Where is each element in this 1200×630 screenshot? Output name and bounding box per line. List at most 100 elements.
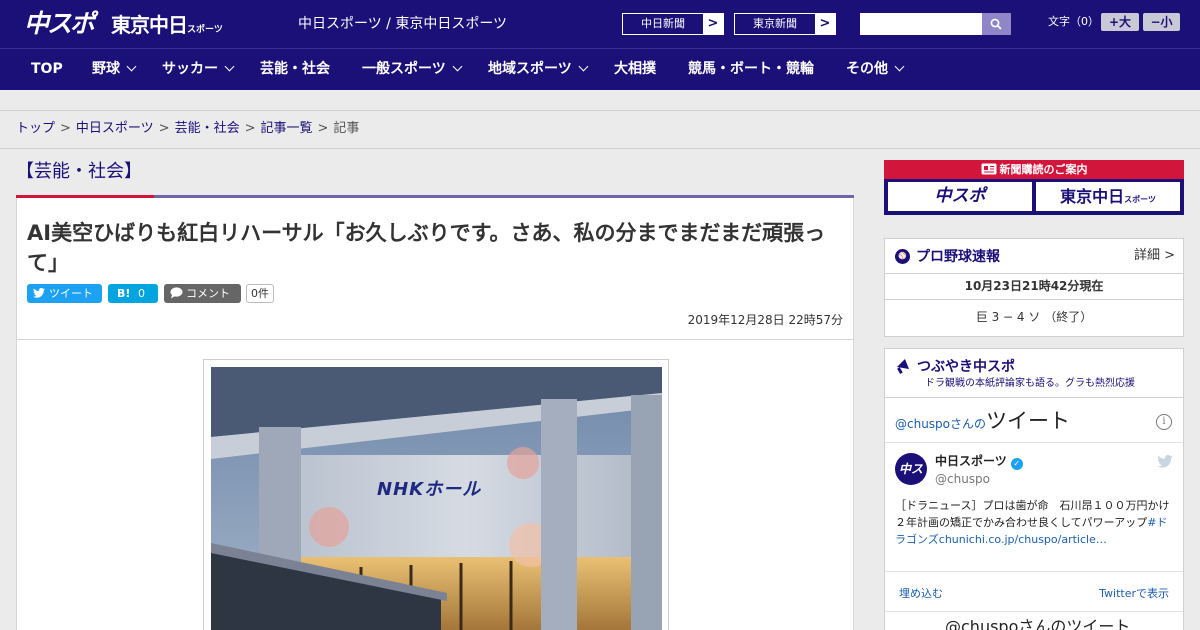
breadcrumb-article-list[interactable]: 記事一覧 [261, 121, 313, 136]
tweet-text: ［ドラニュース］プロは歯が命 石川昂１００万円かけ２年計画の矯正でかみ合わせ良く… [895, 497, 1177, 548]
pro-baseball-widget: ⚾ プロ野球速報 詳細 > 10月23日21時42分現在 巨 3 − 4 ソ （… [884, 238, 1184, 337]
tweet-label: ツイート [49, 287, 93, 300]
chevron-down-icon [894, 61, 905, 72]
nav-item-soccer[interactable]: サッカー [162, 49, 235, 91]
nav-item-general-sports[interactable]: 一般スポーツ [362, 49, 463, 91]
nav-item-local-sports[interactable]: 地域スポーツ [488, 49, 589, 91]
nav-label: その他 [846, 61, 888, 77]
timeline-handle[interactable]: @chuspo [895, 417, 950, 431]
hatena-bookmark-button[interactable]: B! 0 [108, 284, 158, 303]
divider [885, 611, 1183, 612]
tokyo-chunichi-logo[interactable]: 東京中日スポーツ [111, 11, 223, 39]
divider [885, 397, 1183, 398]
nav-label: 一般スポーツ [362, 61, 446, 77]
chevron-down-icon [126, 61, 137, 72]
hatena-bookmark-icon: B! [117, 287, 131, 300]
divider [885, 571, 1183, 572]
baseball-widget-title: プロ野球速報 [916, 249, 1000, 265]
subscribe-tokyo-chunichi-button[interactable]: 東京中日スポーツ [1036, 182, 1180, 211]
timeline-handle-suffix: さんの [950, 417, 987, 431]
chevron-down-icon [452, 61, 463, 72]
divider [885, 273, 1183, 274]
breadcrumb-current: 記事 [333, 121, 360, 136]
tweet-body: ［ドラニュース］プロは歯が命 石川昂１００万円かけ２年計画の矯正でかみ合わせ良く… [895, 499, 1170, 529]
nav-label: サッカー [162, 61, 218, 77]
avatar[interactable]: 中スポ [895, 453, 927, 508]
font-size-up-button[interactable]: +大 [1101, 13, 1139, 31]
breadcrumb-top[interactable]: トップ [16, 121, 55, 136]
nav-label: 大相撲 [614, 61, 656, 77]
tweet-author-name[interactable]: 中日スポーツ ✓ [935, 453, 1023, 470]
breadcrumb-divider [0, 148, 1200, 149]
breadcrumb-separator: > [317, 121, 329, 136]
twitter-widget-title: つぶやき中スポ [917, 359, 1015, 375]
tweet-link[interactable]: chunichi.co.jp/chuspo/article… [939, 533, 1107, 546]
chevron-right-icon: > [703, 14, 723, 34]
site-title: 中日スポーツ / 東京中日スポーツ [298, 16, 508, 32]
baseball-score[interactable]: 巨 3 − 4 ソ （終了） [885, 309, 1183, 325]
baseball-update-time: 10月23日21時42分現在 [964, 279, 1104, 293]
nav-label: TOP [31, 61, 63, 77]
tokyo-logo-small: スポーツ [187, 25, 223, 35]
header-spacer [0, 90, 1200, 111]
nav-label: 野球 [92, 61, 120, 77]
twitter-bird-icon [33, 284, 45, 303]
more-tweets-heading: @chuspoさんのツイート [945, 617, 1131, 630]
subscribe-chuspo-button[interactable]: 中スポ [888, 182, 1032, 211]
nav-item-sumo[interactable]: 大相撲 [614, 49, 656, 91]
divider [885, 299, 1183, 300]
breadcrumb-chunichi-sports[interactable]: 中日スポーツ [76, 121, 154, 136]
embed-link[interactable]: 埋め込む [899, 586, 943, 602]
author-name-text: 中日スポーツ [935, 454, 1007, 468]
nav-item-baseball[interactable]: 野球 [92, 49, 137, 91]
info-icon[interactable]: i [1156, 414, 1172, 430]
comment-count: 0件 [246, 284, 274, 303]
top-header: 中スポ 東京中日スポーツ 中日スポーツ / 東京中日スポーツ 中日新聞 > 東京… [0, 0, 1200, 48]
breadcrumb-separator: > [60, 121, 71, 136]
nav-label: 芸能・社会 [260, 61, 330, 77]
hatena-count: 0 [138, 287, 145, 300]
search-input[interactable] [860, 13, 982, 35]
chevron-down-icon [224, 61, 235, 72]
font-size-down-button[interactable]: −小 [1143, 13, 1180, 31]
font-size-label: 文字（0） [1048, 15, 1099, 28]
nav-item-entertainment[interactable]: 芸能・社会 [260, 49, 330, 91]
tweet-button[interactable]: ツイート [27, 284, 102, 303]
article-title: AI美空ひばりも紅白リハーサル「お久しぶりです。さあ、私の分までまだまだ頑張って… [27, 221, 826, 275]
tokyo-shimbun-link[interactable]: 東京新聞 > [734, 13, 836, 35]
nav-item-racing[interactable]: 競馬・ボート・競輪 [688, 49, 814, 91]
nav-label: 競馬・ボート・競輪 [688, 61, 814, 77]
speech-bubble-icon [170, 284, 183, 303]
breadcrumb: トップ > 中日スポーツ > 芸能・社会 > 記事一覧 > 記事 [16, 120, 359, 138]
nav-label: 地域スポーツ [488, 61, 572, 77]
article-body: NHKホール [16, 340, 854, 630]
article-photo[interactable]: NHKホール [211, 367, 662, 630]
tokyo-logo-text: 東京中日 [111, 13, 188, 37]
chevron-down-icon [578, 61, 589, 72]
baseball-icon: ⚾ [895, 249, 910, 264]
comment-button[interactable]: コメント [164, 284, 241, 303]
hall-sign-text: NHKホール [377, 479, 482, 500]
megaphone-icon [897, 359, 909, 374]
search-button[interactable] [982, 13, 1011, 35]
chuspo-logo[interactable]: 中スポ [24, 9, 100, 39]
search-icon [990, 18, 1002, 30]
nav-item-top[interactable]: TOP [31, 49, 63, 91]
twitter-widget: つぶやき中スポ ドラ観戦の本紙評論家も語る。グラも熱烈応援 @chuspoさんの… [884, 348, 1184, 630]
nav-item-other[interactable]: その他 [846, 49, 905, 91]
verified-badge-icon: ✓ [1010, 458, 1023, 470]
view-on-twitter-link[interactable]: Twitterで表示 [1099, 586, 1169, 602]
subscription-banner: 新聞購読のご案内 中スポ 東京中日スポーツ [884, 160, 1184, 215]
comment-label: コメント [186, 287, 230, 300]
article-category: 【芸能・社会】 [16, 161, 142, 182]
article-header: AI美空ひばりも紅白リハーサル「お久しぶりです。さあ、私の分までまだまだ頑張って… [16, 198, 854, 340]
tweet-author-handle[interactable]: @chuspo [935, 471, 990, 487]
breadcrumb-entertainment[interactable]: 芸能・社会 [175, 121, 240, 136]
chunichi-shimbun-link[interactable]: 中日新聞 > [622, 13, 724, 35]
subscribe-tokyo-small: スポーツ [1124, 195, 1156, 204]
twitter-bird-icon[interactable] [1157, 455, 1173, 468]
subscription-title: 新聞購読のご案内 [884, 160, 1184, 179]
baseball-detail-link[interactable]: 詳細 > [1134, 247, 1175, 265]
publish-date: 2019年12月28日 22時57分 [687, 313, 843, 327]
link-label: 東京新聞 [753, 17, 797, 30]
